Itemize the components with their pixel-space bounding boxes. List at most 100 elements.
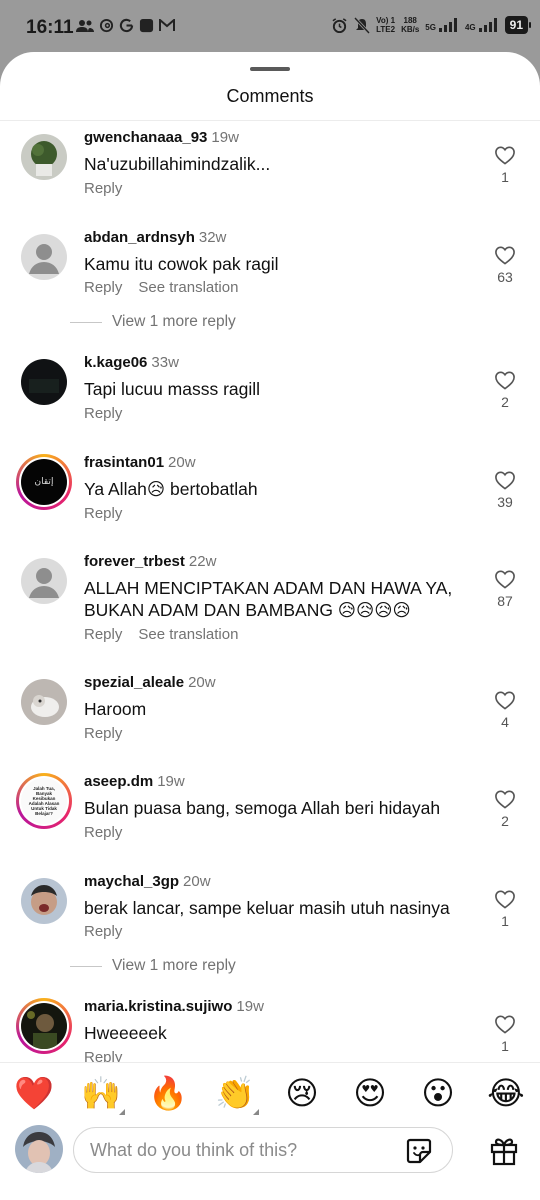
emoji-fire-button[interactable]: 🔥 [148, 1073, 188, 1113]
comment-list[interactable]: gwenchanaaa_93 19w Na'uzubillahimindzalik… [0, 121, 540, 1063]
comment-username[interactable]: gwenchanaaa_93 [84, 129, 207, 146]
like-count: 1 [501, 169, 509, 185]
avatar[interactable] [21, 878, 67, 924]
see-translation-button[interactable]: See translation [138, 279, 238, 296]
avatar[interactable] [21, 679, 67, 725]
heart-outline-icon[interactable] [494, 470, 516, 490]
like-count: 1 [501, 913, 509, 929]
like-count: 39 [497, 494, 513, 510]
comment-username[interactable]: abdan_ardnsyh [84, 229, 195, 246]
heart-outline-icon[interactable] [494, 145, 516, 165]
google-icon [119, 18, 134, 33]
like-count: 63 [497, 269, 513, 285]
sticker-icon[interactable] [404, 1136, 434, 1166]
heart-outline-icon[interactable] [494, 569, 516, 589]
avatar-poster-text: Jalah Tua, Banyak Kesibukan Adalah Alasa… [28, 786, 60, 816]
volte-indicator: Vo) 1 LTE2 [376, 16, 396, 34]
battery-indicator: 91 [504, 16, 532, 34]
comment-time: 20w [183, 873, 211, 890]
like-count: 87 [497, 593, 513, 609]
emoji-heart-button[interactable]: ❤️ [14, 1073, 54, 1113]
heart-outline-icon[interactable] [494, 245, 516, 265]
like-count: 4 [501, 714, 509, 730]
comment-text: Kamu itu cowok pak ragil [84, 254, 279, 274]
divider [70, 965, 102, 967]
comment-username[interactable]: frasintan01 [84, 454, 164, 471]
signal-5g: 5G [425, 18, 459, 32]
comment-time: 20w [188, 674, 216, 691]
signal-4g: 4G [465, 18, 499, 32]
status-bar: 16:11 Vo) 1 LTE2 188 KB/s 5G 4G 91 [0, 0, 540, 52]
comment-username[interactable]: aseep.dm [84, 773, 153, 790]
emoji-crying-button[interactable]: 😢 [282, 1073, 322, 1113]
avatar[interactable] [21, 234, 67, 280]
avatar[interactable] [21, 359, 67, 405]
like-count: 2 [501, 813, 509, 829]
comment-text: ALLAH MENCIPTAKAN ADAM DAN HAWA YA, BUKA… [84, 578, 453, 620]
current-user-avatar[interactable] [15, 1125, 63, 1173]
comment-input[interactable] [90, 1128, 390, 1172]
network-speed: 188 KB/s [401, 16, 420, 34]
emoji-surprised-button[interactable]: 😮 [418, 1073, 458, 1113]
reply-button[interactable]: Reply [84, 505, 122, 522]
comment-username[interactable]: forever_trbest [84, 553, 185, 570]
signal-bars-icon [478, 18, 497, 32]
gift-icon[interactable] [487, 1133, 521, 1167]
avatar[interactable] [21, 558, 67, 604]
comments-sheet: Comments gwenchanaaa_93 19w Na'uzubillahi… [0, 52, 540, 1200]
avatar-story-ring[interactable]: Jalah Tua, Banyak Kesibukan Adalah Alasa… [16, 773, 72, 829]
reply-button[interactable]: Reply [84, 824, 122, 841]
heart-outline-icon[interactable] [494, 889, 516, 909]
comment-time: 19w [236, 998, 264, 1015]
comment-time: 22w [188, 553, 217, 570]
comment-time: 33w [151, 354, 179, 371]
reply-button[interactable]: Reply [84, 725, 122, 742]
comment-username[interactable]: maria.kristina.sujiwo [84, 998, 232, 1015]
comment-username[interactable]: spezial_aleale [84, 674, 184, 691]
comment-username[interactable]: maychal_3gp [84, 873, 179, 890]
comment-time: 32w [198, 229, 227, 246]
see-translation-button[interactable]: See translation [138, 626, 238, 643]
comment-text: Haroom [84, 699, 147, 719]
mute-icon [354, 16, 371, 34]
system-indicators: Vo) 1 LTE2 188 KB/s 5G 4G 91 [331, 16, 532, 34]
avatar-story-ring[interactable] [16, 998, 72, 1054]
status-time: 16:11 [26, 17, 74, 38]
variant-indicator [119, 1109, 125, 1115]
avatar-badge-text: إتقان [34, 477, 54, 487]
heart-outline-icon[interactable] [494, 370, 516, 390]
comment-time: 20w [168, 454, 196, 471]
avatar-story-ring[interactable]: إتقان [16, 454, 72, 510]
reply-button[interactable]: Reply [84, 405, 122, 422]
reply-button[interactable]: Reply [84, 279, 122, 296]
avatar[interactable] [21, 134, 67, 180]
comment-time: 19w [157, 773, 185, 790]
comment-input-container[interactable] [73, 1127, 453, 1173]
comment-text: Na'uzubillahimindzalik... [84, 154, 271, 174]
reply-button[interactable]: Reply [84, 923, 122, 940]
reply-button[interactable]: Reply [84, 626, 122, 643]
heart-outline-icon[interactable] [494, 789, 516, 809]
reply-button[interactable]: Reply [84, 1049, 122, 1063]
comment-text: berak lancar, sampe keluar masih utuh na… [84, 898, 450, 918]
emoji-heart-eyes-button[interactable]: 😍 [350, 1073, 390, 1113]
group-icon [76, 19, 94, 32]
view-more-replies-button[interactable]: View 1 more reply [70, 313, 236, 331]
comment-text: Hweeeeek [84, 1023, 167, 1043]
emoji-laughing-button[interactable]: 😂 [486, 1073, 526, 1113]
comment-text: Ya Allah😥 bertobatlah [84, 479, 258, 499]
sheet-drag-handle[interactable] [250, 67, 290, 71]
emoji-clap-button[interactable]: 👏 [215, 1073, 259, 1115]
signal-bars-icon [438, 18, 457, 32]
comment-username[interactable]: k.kage06 [84, 354, 147, 371]
variant-indicator [253, 1109, 259, 1115]
heart-outline-icon[interactable] [494, 690, 516, 710]
like-count: 1 [501, 1038, 509, 1054]
comment-input-bar [0, 1118, 540, 1200]
view-more-replies-button[interactable]: View 1 more reply [70, 957, 236, 975]
reply-button[interactable]: Reply [84, 180, 122, 197]
heart-outline-icon[interactable] [494, 1014, 516, 1034]
notification-icons [76, 18, 175, 33]
gmail-icon [159, 19, 175, 31]
emoji-raised-hands-button[interactable]: 🙌 [81, 1073, 125, 1115]
